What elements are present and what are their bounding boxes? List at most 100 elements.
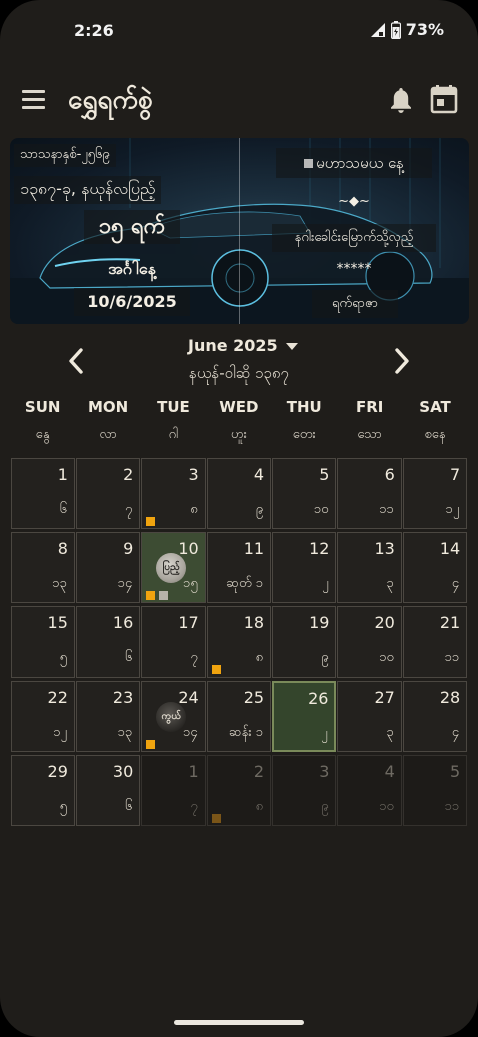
myanmar-day-number: ၁၁: [379, 501, 394, 517]
weekday-mm: လာ: [99, 427, 117, 442]
calendar-day[interactable]: 17 ၇: [141, 606, 206, 678]
day-number: 4: [384, 762, 395, 782]
calendar-day[interactable]: 10 ပြည့် ၁၅: [141, 531, 206, 604]
weekday-mon: MON လာ: [75, 398, 140, 445]
full-moon-icon: ပြည့်: [156, 552, 187, 583]
day-number: 20: [374, 613, 395, 633]
calendar-day[interactable]: 18 ၈: [206, 606, 272, 678]
home-indicator[interactable]: [174, 1020, 304, 1025]
holiday-marker-icon: [211, 814, 221, 824]
calendar-day-next-month[interactable]: 2၈: [206, 755, 272, 827]
calendar-day-next-month[interactable]: 5 ၁၁: [402, 755, 468, 827]
day-number: 27: [374, 687, 395, 707]
myanmar-day-number: ၅: [59, 799, 67, 815]
calendar-day[interactable]: 22 ၁၂: [10, 680, 75, 753]
calendar-day[interactable]: 24 ကွယ် ၁၄: [141, 680, 206, 753]
myanmar-day-number: ဆန်း ၁: [229, 724, 264, 740]
weekday-en: TUE: [157, 398, 190, 416]
day-number: 17: [178, 613, 199, 633]
myanmar-day-number: ၇: [124, 501, 133, 517]
weekday-wed: WED ဟူး: [206, 398, 271, 445]
star-rating: *****: [336, 261, 372, 277]
myanmar-day-number: ၈: [190, 501, 198, 517]
calendar-day[interactable]: 4၉: [206, 457, 272, 529]
myanmar-day-number: ၁၃: [117, 724, 133, 740]
day-number: 22: [47, 687, 68, 707]
calendar-day[interactable]: 27 ၃: [337, 680, 402, 753]
calendar-day[interactable]: 5 ၁၀: [272, 457, 337, 529]
calendar-day[interactable]: 15 ၅: [10, 606, 75, 678]
weekday-mm: တေး: [292, 427, 316, 442]
day-number: 15: [47, 613, 68, 633]
calendar-day[interactable]: 1၆: [10, 457, 75, 529]
weekday-en: THU: [286, 398, 322, 416]
calendar-day[interactable]: 23 ၁၃: [75, 680, 141, 753]
myanmar-year-month: ၁၃၈၇-ခု, နယုန်လပြည့်: [14, 176, 162, 204]
myanmar-day-number: ၉: [321, 799, 329, 815]
app-bar: ရွှေရက်စွဲ: [0, 76, 478, 124]
calendar-day[interactable]: 12 ၂: [272, 531, 337, 604]
calendar-week-row: 1 ၆ 2 ၇ 3 ၈ 4 ၉ 5 ၁၀ 6 ၁၁ 7 ၁၂: [10, 456, 468, 530]
month-picker[interactable]: June 2025: [188, 336, 298, 355]
chevron-right-icon[interactable]: [390, 346, 414, 376]
gregorian-date: 10/6/2025: [74, 288, 190, 316]
menu-icon[interactable]: [22, 90, 46, 110]
day-info-banner[interactable]: သာသနာနှစ်-၂၅၆၉ ၁၃၈၇-ခု, နယုန်လပြည့် ၁၅ ရ…: [10, 138, 469, 324]
myanmar-day: ၁၅ ရက်: [84, 210, 180, 244]
calendar-day-today[interactable]: 26 ၂: [272, 680, 337, 753]
calendar-day-next-month[interactable]: 4 ၁၀: [337, 755, 402, 827]
calendar-day[interactable]: 30 ၆: [75, 755, 141, 827]
calendar-day[interactable]: 6 ၁၁: [337, 457, 402, 529]
sabbath-marker-icon: [159, 590, 169, 600]
calendar-day[interactable]: 3၈: [141, 457, 206, 529]
weekday-header: SUN နွေ MON လာ TUE ဂါ WED ဟူး THU တေး FRI သော …: [10, 398, 468, 445]
myanmar-day-number: ၃: [386, 724, 394, 740]
calendar-day[interactable]: 21 ၁၁: [402, 606, 468, 678]
calendar-day[interactable]: 20 ၁၀: [337, 606, 402, 678]
calendar-day[interactable]: 28 ၄: [402, 680, 468, 753]
calendar-day[interactable]: 11 ဆုတ် ၁: [206, 531, 272, 604]
calendar-day-next-month[interactable]: 1၇: [141, 755, 206, 827]
day-number: 2: [253, 762, 265, 782]
calendar-week-row: 22 ၁၂ 23 ၁၃ 24 ကွယ် ၁၄ 25 ဆန်း ၁ 26 ၂ 27 ၃ 28 ၄: [10, 679, 468, 753]
weekday-mm: ဟူး: [230, 427, 247, 442]
holiday-marker-icon: [146, 516, 156, 526]
calendar-day[interactable]: 2၇: [75, 457, 141, 529]
day-number: 19: [309, 613, 330, 633]
myanmar-day-number: ၈: [255, 799, 264, 815]
day-number: 13: [374, 538, 395, 558]
calendar-day[interactable]: 16 ၆: [75, 606, 141, 678]
calendar-day[interactable]: 9 ၁၄: [75, 531, 141, 604]
calendar-day-next-month[interactable]: 3၉: [272, 755, 337, 827]
myanmar-day-number: ၁၄: [183, 724, 198, 740]
weekday-tue: TUE ဂါ: [141, 398, 206, 445]
calendar-day[interactable]: 19 ၉: [272, 606, 337, 678]
calendar-day[interactable]: 7 ၁၂: [402, 457, 468, 529]
day-number: 5: [319, 464, 330, 484]
myanmar-day-number: ၆: [124, 650, 133, 666]
weekday-en: SAT: [419, 398, 451, 416]
app-title: ရွှေရက်စွဲ: [68, 85, 153, 115]
day-number: 29: [47, 762, 68, 782]
app-screen: 2:26 73% ရွှေရက်စွဲ သာသနာနှစ်-၂၅၆၉ ၁၃၈၇-…: [0, 0, 478, 1037]
yatyaza-label: ရက်ရာဇာ: [312, 290, 398, 318]
day-number: 11: [243, 538, 265, 558]
day-number: 2: [123, 464, 134, 484]
myanmar-day-number: ၈: [255, 650, 264, 666]
calendar-day[interactable]: 13 ၃: [337, 531, 402, 604]
myanmar-day-number: ဆုတ် ၁: [226, 575, 264, 591]
myanmar-day-number: ၉: [321, 650, 329, 666]
weekday-thu: THU တေး: [272, 398, 337, 445]
calendar-icon[interactable]: [430, 84, 458, 114]
myanmar-day-number: ၁၀: [379, 799, 394, 815]
calendar-week-row: 15 ၅ 16 ၆ 17 ၇ 18 ၈ 19 ၉ 20 ၁၀ 21 ၁၁: [10, 605, 468, 679]
weekday-en: MON: [87, 398, 129, 416]
myanmar-day-number: ၁၂: [445, 501, 460, 517]
bell-icon[interactable]: [388, 86, 414, 114]
myanmar-day-number: ၁၁: [444, 650, 460, 666]
calendar-day[interactable]: 8 ၁၃: [10, 531, 75, 604]
calendar-day[interactable]: 25 ဆန်း ၁: [206, 680, 272, 753]
calendar-day[interactable]: 29 ၅: [10, 755, 75, 827]
calendar-day[interactable]: 14 ၄: [402, 531, 468, 604]
status-icons: 73%: [370, 20, 444, 39]
